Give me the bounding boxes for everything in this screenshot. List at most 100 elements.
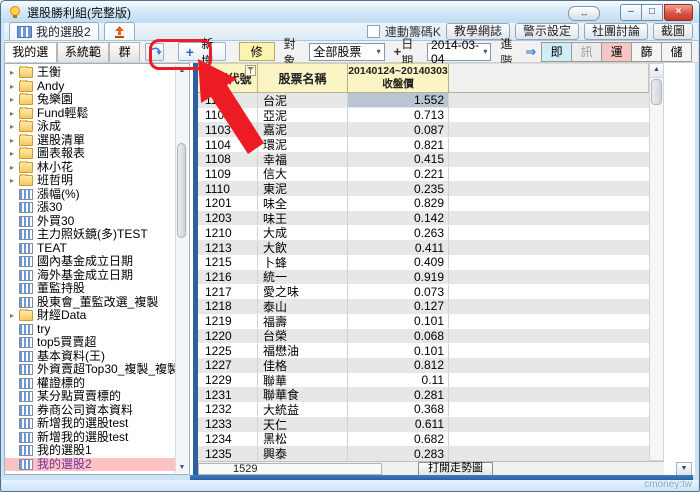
table-row[interactable]: 1108 幸福 0.415 [198,150,649,168]
table-row[interactable]: 1233 天仁 0.611 [198,415,649,433]
linkage-checkbox[interactable] [366,24,380,38]
realtime-button[interactable]: 即時 [541,41,573,77]
table-row[interactable]: 1229 聯華 0.11 [198,371,649,389]
open-chart-button[interactable]: 打開走勢圖 [418,461,493,476]
date-select[interactable]: 2014-03-04 ▾ [427,38,492,66]
sidebar-item[interactable]: ▸ 班哲明 [5,174,176,188]
club-discussion-button[interactable]: 社團討論 [583,22,648,40]
sidebar-item[interactable]: 漲30 [5,201,176,215]
filter-icon[interactable] [245,65,256,76]
sidebar-item[interactable]: 券商公司資本資料 [5,404,176,418]
col-header-code[interactable]: 股票代號 [198,63,258,93]
pin-window-button[interactable]: ↔ [568,6,600,21]
expand-arrow-icon[interactable]: ▸ [10,134,19,147]
table-row[interactable]: 1225 福懋油 0.101 [198,342,649,360]
toolbar-tab-my-picks[interactable]: 我的選股 [4,42,57,77]
target-select[interactable]: 全部股票 ▾ [309,42,385,61]
expand-arrow-icon[interactable]: ▸ [10,80,19,93]
expand-arrow-icon[interactable]: ▸ [10,66,19,79]
sidebar-item[interactable]: 股東會_董監改選_複製 [5,296,176,310]
sidebar-item[interactable]: 基本資料(王) [5,350,176,364]
expand-arrow-icon[interactable]: ▸ [10,93,19,106]
save-button[interactable]: 儲存 [662,41,693,77]
table-row[interactable]: 1220 台榮 0.068 [198,327,649,345]
table-row[interactable]: 1218 泰山 0.127 [198,297,649,315]
sidebar-item[interactable]: TEAT [5,242,176,256]
sidebar-item[interactable]: 我的選股2 [5,457,176,471]
scroll-up-icon[interactable]: ▲ [650,64,663,78]
sidebar-item[interactable]: ▸ 王衡 [5,66,176,80]
sidebar-item[interactable]: 董監持股 [5,282,176,296]
footer-dropdown-button[interactable]: ▼ [676,462,692,476]
sidebar-item[interactable]: 主力照妖鏡(多)TEST [5,228,176,242]
add-button[interactable]: + 新增 [177,37,226,68]
scroll-up-icon[interactable]: ▲ [176,65,188,76]
sidebar-item[interactable]: 外資賣超Top30_複製_複製 [5,363,176,377]
col-header-value[interactable]: 20140124~20140303 收盤價 [348,63,449,93]
expand-arrow-icon[interactable]: ▸ [10,107,19,120]
table-row[interactable]: 1215 卜蜂 0.409 [198,253,649,271]
table-row[interactable]: 1217 愛之味 0.073 [198,283,649,301]
sidebar-item[interactable]: ▸ 財經Data [5,309,176,323]
sidebar-item[interactable]: 漲幅(%) [5,188,176,202]
table-row[interactable]: 1201 味全 0.829 [198,194,649,212]
table-row[interactable]: 1102 亞泥 0.713 [198,106,649,124]
table-row[interactable]: 1235 興泰 0.283 [198,445,649,461]
expand-arrow-icon[interactable]: ▸ [10,174,19,187]
curved-arrow-icon-button[interactable] [145,42,164,61]
expand-arrow-icon[interactable]: ▸ [10,161,19,174]
toolbar-tab-groups[interactable]: 群組 [109,42,141,77]
sidebar-item[interactable]: 新增我的選股test [5,417,176,431]
screenshot-button[interactable]: 截圖 [652,22,693,40]
sidebar-item[interactable]: 外買30 [5,215,176,229]
table-row[interactable]: 1109 信大 0.221 [198,165,649,183]
close-button[interactable]: × [664,4,693,21]
sidebar-item[interactable]: ▸ 圖表報表 [5,147,176,161]
sidebar-item[interactable]: 權證標的 [5,377,176,391]
expand-arrow-icon[interactable]: ▸ [10,147,19,160]
table-row[interactable]: 1227 佳格 0.812 [198,356,649,374]
sidebar-item[interactable]: 國內基金成立日期 [5,255,176,269]
table-row[interactable]: 1101 台泥 1.552 [198,93,649,109]
table-scrollbar[interactable]: ▲ [649,63,664,461]
table-row[interactable]: 1210 大成 0.263 [198,224,649,242]
scroll-down-icon[interactable]: ▼ [176,462,188,473]
alert-settings-button[interactable]: 警示設定 [514,22,579,40]
table-row[interactable]: 1234 黑松 0.682 [198,430,649,448]
table-row[interactable]: 1110 東泥 0.235 [198,180,649,198]
table-row[interactable]: 1232 大統益 0.368 [198,400,649,418]
minimize-button[interactable]: – [620,4,642,21]
maximize-button[interactable]: □ [642,4,663,21]
table-row[interactable]: 1231 聯華食 0.281 [198,386,649,404]
sidebar-item[interactable]: ▸ 兔樂園 [5,93,176,107]
compute-button[interactable]: 運算 [602,41,633,77]
sidebar-item[interactable]: ▸ 泳成 [5,120,176,134]
expand-arrow-icon[interactable]: ▸ [10,120,19,133]
add-target-button[interactable]: + [394,44,402,59]
table-row[interactable]: 1103 嘉泥 0.087 [198,121,649,139]
scroll-thumb[interactable] [177,143,186,238]
toolbar-tab-system-examples[interactable]: 系統範例 [56,42,110,77]
sidebar-item[interactable]: ▸ 選股清單 [5,133,176,148]
tab-my-picks-2[interactable]: 我的選股2 [9,22,99,40]
sidebar-item[interactable]: ▸ Andy [5,79,176,94]
col-header-name[interactable]: 股票名稱 [258,63,348,93]
table-row[interactable]: 1219 福壽 0.101 [198,312,649,330]
modify-button[interactable]: 修改 [238,42,275,76]
table-row[interactable]: 1213 大飲 0.411 [198,239,649,257]
sidebar-item[interactable]: top5買賣超 [5,336,176,350]
table-row[interactable]: 1216 統一 0.919 [198,268,649,286]
expand-arrow-icon[interactable]: ▸ [10,309,19,322]
sidebar-item[interactable]: 新增我的選股test [5,431,176,445]
sidebar-item[interactable]: try [5,323,176,337]
sidebar-item[interactable]: 某分點買賣標的 [5,390,176,404]
sidebar-item[interactable]: ▸ Fund輕鬆 [5,106,176,121]
sidebar-item[interactable]: 海外基金成立日期 [5,269,176,283]
filter-button[interactable]: 篩選 [632,41,663,77]
table-row[interactable]: 1104 環泥 0.821 [198,136,649,154]
sidebar-scrollbar[interactable]: ▲ ▼ [175,65,188,473]
table-row[interactable]: 1203 味王 0.142 [198,209,649,227]
sidebar-item[interactable]: 我的選股1 [5,444,176,458]
sidebar-item[interactable]: ▸ 林小花 [5,160,176,175]
scroll-thumb[interactable] [651,79,662,105]
